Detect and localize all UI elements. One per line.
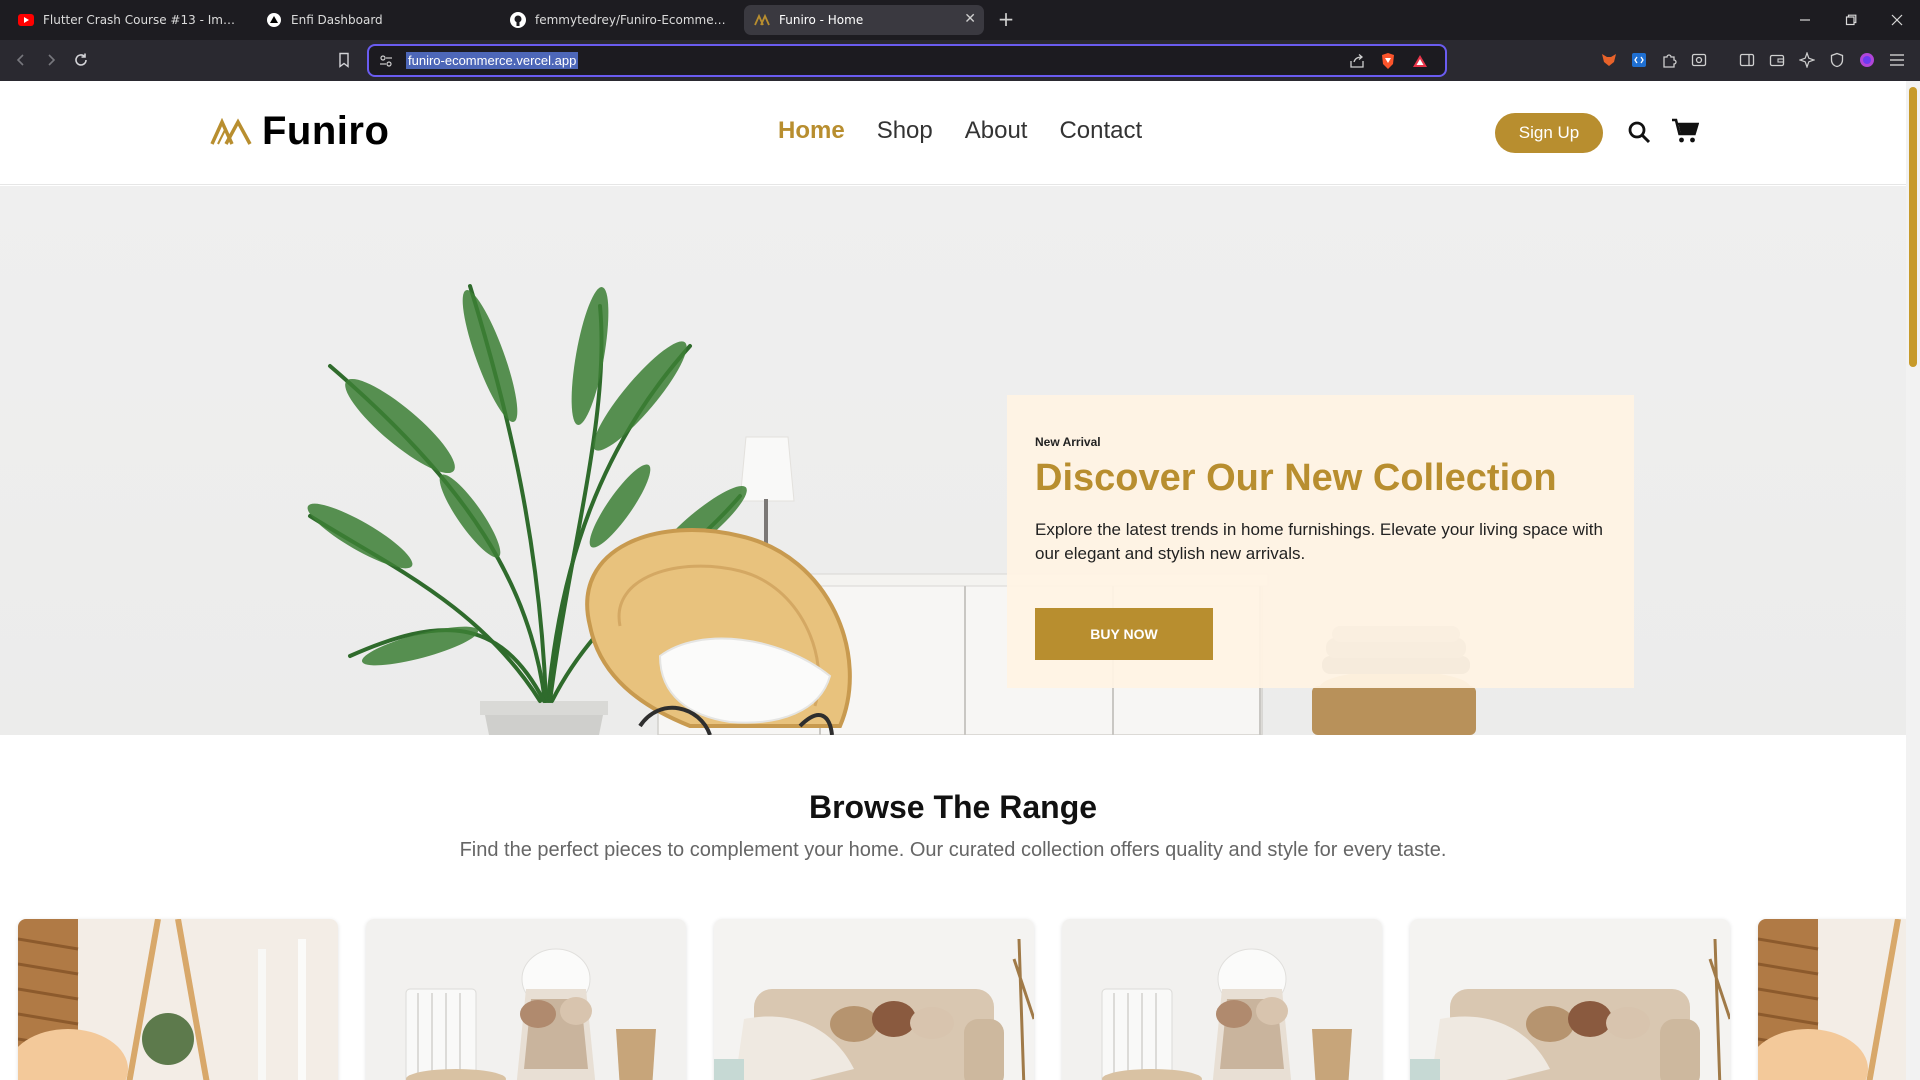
reload-button[interactable] [68,47,94,73]
tab-github-repo[interactable]: femmytedrey/Funiro-Ecommerce [500,5,740,35]
tab-funiro-home[interactable]: Funiro - Home ✕ [744,5,984,35]
page-scrollbar[interactable] [1906,81,1920,1080]
cart-icon[interactable] [1671,118,1699,144]
bookmark-icon[interactable] [331,47,357,73]
tab-label: femmytedrey/Funiro-Ecommerce [535,13,730,27]
vpn-shield-icon[interactable] [1828,51,1846,69]
github-icon [510,12,526,28]
product-card[interactable] [1410,919,1730,1080]
product-card[interactable] [366,919,686,1080]
youtube-icon [18,12,34,28]
range-subtitle: Find the perfect pieces to complement yo… [459,839,1447,861]
search-icon[interactable] [1627,120,1651,144]
close-window-button[interactable] [1874,0,1920,40]
hero-banner: New Arrival Discover Our New Collection … [0,186,1906,735]
chair-blanket-image [1062,919,1382,1080]
product-card[interactable] [1062,919,1382,1080]
product-card[interactable] [18,919,338,1080]
brave-shields-icon[interactable] [1379,52,1397,70]
minimize-button[interactable] [1782,0,1828,40]
hero-description: Explore the latest trends in home furnis… [1035,520,1603,563]
tab-label: Enfi Dashboard [291,13,383,27]
extensions-puzzle-icon[interactable] [1660,51,1678,69]
nav-home[interactable]: Home [778,117,845,145]
site-header: Funiro Home Shop About Contact Sign Up [0,81,1906,185]
extension-fox-icon[interactable] [1600,51,1618,69]
nav-about[interactable]: About [965,117,1028,145]
tab-enfi-dashboard[interactable]: Enfi Dashboard [256,5,496,35]
funiro-logo-icon [210,117,252,145]
tab-flutter-crash-course[interactable]: Flutter Crash Course #13 - Images - YouT… [8,5,248,35]
new-tab-button[interactable]: + [994,8,1018,32]
hero-title: Discover Our New Collection [1035,457,1557,499]
buy-now-button[interactable]: BUY NOW [1035,608,1213,660]
main-nav: Home Shop About Contact [778,117,1142,145]
hero-card: New Arrival Discover Our New Collection … [1007,395,1634,688]
living-sofa-image [1410,919,1730,1080]
nav-shop[interactable]: Shop [877,117,933,145]
screenshot-icon[interactable] [1690,51,1708,69]
brand-name: Funiro [262,109,390,153]
profile-avatar-icon[interactable] [1858,51,1876,69]
brave-rewards-icon[interactable] [1411,52,1429,70]
web-page: Funiro Home Shop About Contact Sign Up N… [0,81,1906,1080]
wallet-icon[interactable] [1768,51,1786,69]
brand-logo[interactable]: Funiro [210,109,389,154]
browser-toolbar: funiro-ecommerce.vercel.app [0,40,1920,81]
address-bar[interactable]: funiro-ecommerce.vercel.app [367,44,1447,77]
chair-blanket-image [366,919,686,1080]
site-settings-icon[interactable] [377,52,395,70]
close-tab-icon[interactable]: ✕ [964,11,976,27]
sidebar-toggle-icon[interactable] [1738,51,1756,69]
product-card[interactable] [714,919,1034,1080]
browser-tab-bar: Flutter Crash Course #13 - Images - YouT… [0,0,1920,40]
product-card[interactable] [1758,919,1906,1080]
extension-code-icon[interactable] [1630,51,1648,69]
tab-label: Funiro - Home [779,13,864,27]
url-text: funiro-ecommerce.vercel.app [406,52,579,69]
restore-button[interactable] [1828,0,1874,40]
back-button[interactable] [8,47,34,73]
hero-eyebrow: New Arrival [1035,435,1101,449]
scrollbar-thumb[interactable] [1909,87,1917,367]
bedroom-corner-image [1758,919,1906,1080]
range-title: Browse The Range [808,789,1098,825]
funiro-icon [754,12,770,28]
living-sofa-image [714,919,1034,1080]
forward-button[interactable] [38,47,64,73]
menu-icon[interactable] [1888,51,1906,69]
bedroom-corner-image [18,919,338,1080]
vercel-icon [266,12,282,28]
sign-up-button[interactable]: Sign Up [1495,113,1603,153]
share-icon[interactable] [1348,52,1366,70]
leo-ai-icon[interactable] [1798,51,1816,69]
tab-label: Flutter Crash Course #13 - Images - YouT… [43,13,238,27]
nav-contact[interactable]: Contact [1059,117,1142,145]
